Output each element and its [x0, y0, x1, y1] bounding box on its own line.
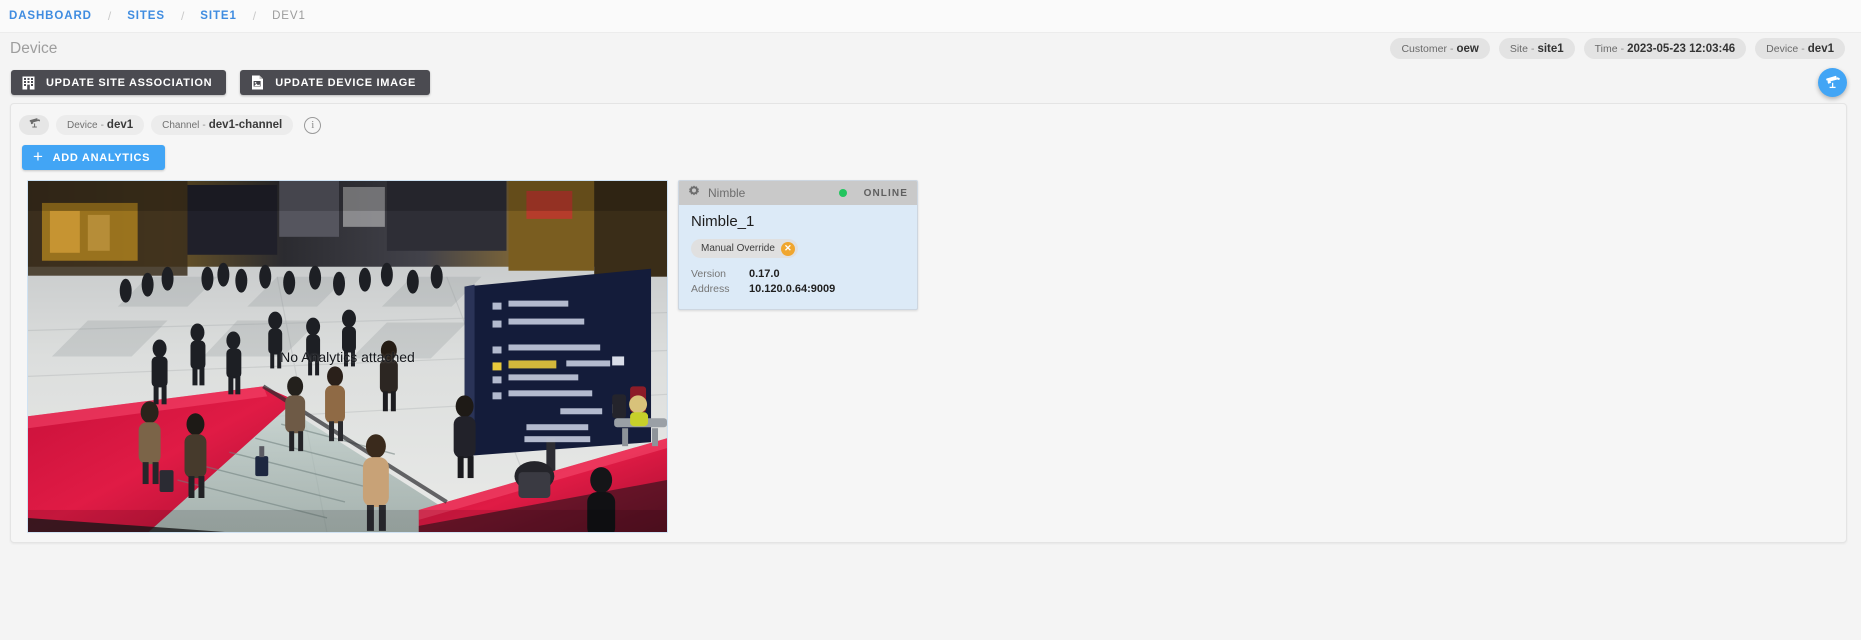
site-chip-key: Site: [1509, 42, 1528, 55]
update-site-association-label: UPDATE SITE ASSOCIATION: [46, 76, 213, 89]
panel-device-chip: Device - dev1: [56, 115, 145, 135]
page-title: Device: [10, 39, 58, 57]
panel-channel-chip-key: Channel: [162, 119, 200, 131]
nimble-card-header: Nimble ONLINE: [679, 181, 917, 205]
customer-chip-dash: -: [1449, 42, 1454, 55]
panel-channel-chip: Channel - dev1-channel: [151, 115, 294, 135]
online-status-dot: [838, 189, 847, 197]
info-icon[interactable]: i: [304, 116, 322, 134]
cctv-camera-icon: [28, 116, 41, 134]
device-chip-dash: -: [1801, 42, 1805, 55]
nimble-card-title: Nimble: [708, 186, 746, 200]
nimble-version-row: Version 0.17.0: [691, 268, 905, 280]
site-chip-dash: -: [1530, 42, 1535, 55]
context-chip-group: Customer - oew Site - site1 Time - 2023-…: [1390, 38, 1845, 59]
update-site-association-button[interactable]: UPDATE SITE ASSOCIATION: [11, 70, 227, 95]
add-analytics-row: + ADD ANALYTICS: [11, 136, 1846, 170]
nimble-instance-name: Nimble_1: [691, 213, 755, 230]
status-badge-site: Site - site1: [1498, 38, 1575, 59]
status-badge: ONLINE: [863, 187, 908, 199]
breadcrumb-item-dev1: DEV1: [272, 10, 306, 22]
customer-chip-value: oew: [1456, 42, 1479, 55]
customer-chip-key: Customer: [1401, 42, 1447, 55]
address-label: Address: [691, 283, 730, 295]
add-analytics-label: ADD ANALYTICS: [52, 151, 151, 164]
panel-channel-chip-value: dev1-channel: [208, 119, 283, 131]
plus-icon: +: [33, 147, 44, 166]
no-analytics-overlay-text: No Analytics attached: [280, 348, 415, 365]
device-panel: Device - dev1 Channel - dev1-channel i +…: [10, 103, 1847, 543]
panel-device-chip-key: Device: [67, 119, 98, 131]
add-camera-fab-button[interactable]: [1818, 68, 1847, 97]
nimble-address-row: Address 10.120.0.64:9009: [691, 283, 905, 295]
version-value: 0.17.0: [749, 268, 780, 280]
device-chip-key: Device: [1766, 42, 1799, 55]
update-device-image-label: UPDATE DEVICE IMAGE: [275, 76, 417, 89]
site-chip-value: site1: [1537, 42, 1564, 55]
analytics-card-nimble[interactable]: Nimble ONLINE Nimble_1 Manual Override ✕…: [678, 180, 918, 310]
version-label: Version: [691, 268, 727, 280]
breadcrumb-item-sites[interactable]: SITES: [127, 10, 165, 22]
add-analytics-button[interactable]: + ADD ANALYTICS: [22, 145, 166, 170]
address-value: 10.120.0.64:9009: [749, 283, 836, 295]
time-chip-value: 2023-05-23 12:03:46: [1627, 42, 1736, 55]
analytics-content-area: No Analytics attached Nimble ONLINE Nimb…: [11, 170, 1846, 533]
toolbar: UPDATE SITE ASSOCIATION UPDATE DEVICE IM…: [0, 64, 1861, 101]
gear-icon: [688, 184, 700, 202]
manual-override-chip[interactable]: Manual Override ✕: [691, 239, 798, 258]
panel-device-chip-dash: -: [100, 119, 104, 131]
status-badge-device: Device - dev1: [1755, 38, 1845, 59]
breadcrumb-separator: /: [107, 9, 112, 23]
image-file-icon: [251, 75, 264, 90]
breadcrumb-separator: /: [252, 9, 257, 23]
manual-override-label: Manual Override: [701, 243, 775, 254]
panel-channel-chip-dash: -: [202, 119, 206, 131]
breadcrumb-item-site1[interactable]: SITE1: [200, 10, 236, 22]
building-icon: [22, 76, 35, 90]
breadcrumb-separator: /: [180, 9, 185, 23]
update-device-image-button[interactable]: UPDATE DEVICE IMAGE: [240, 70, 431, 95]
device-chip-value: dev1: [1807, 42, 1834, 55]
breadcrumb-item-dashboard[interactable]: DASHBOARD: [9, 10, 92, 22]
time-chip-key: Time: [1594, 42, 1618, 55]
breadcrumb: DASHBOARD / SITES / SITE1 / DEV1: [0, 0, 1861, 33]
page-header: Device Customer - oew Site - site1 Time …: [0, 33, 1861, 64]
status-badge-time: Time - 2023-05-23 12:03:46: [1583, 38, 1747, 59]
close-icon[interactable]: ✕: [780, 241, 795, 256]
panel-device-chip-value: dev1: [106, 119, 134, 131]
camera-chip: [19, 115, 49, 135]
device-snapshot[interactable]: No Analytics attached: [27, 180, 668, 533]
status-badge-customer: Customer - oew: [1390, 38, 1490, 59]
device-channel-chip-row: Device - dev1 Channel - dev1-channel i: [11, 112, 1846, 136]
nimble-card-body: Nimble_1 Manual Override ✕ Version 0.17.…: [679, 205, 917, 303]
time-chip-dash: -: [1620, 42, 1625, 55]
cctv-camera-icon: [1824, 73, 1841, 93]
